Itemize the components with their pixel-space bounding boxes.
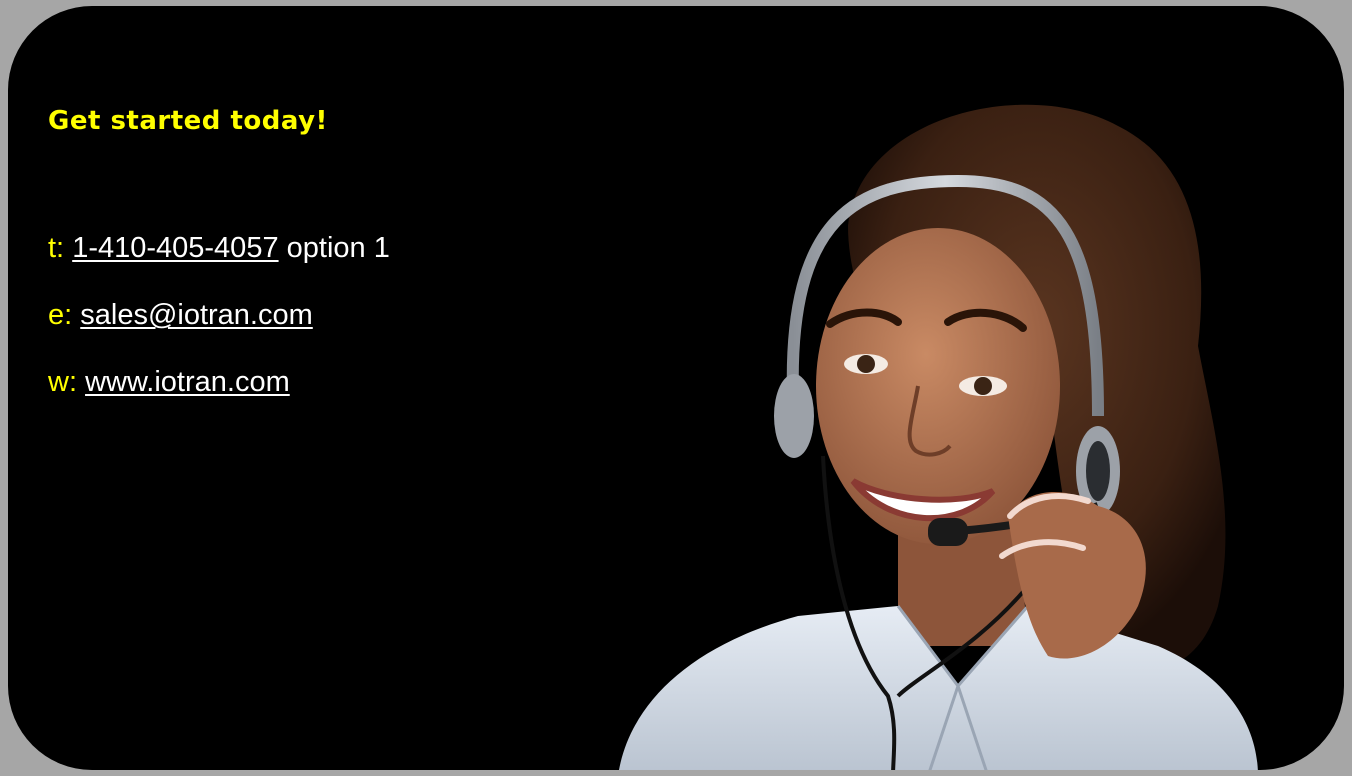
- web-line: w: www.iotran.com: [48, 366, 290, 399]
- contact-card: Get started today! t: 1-410-405-4057 opt…: [8, 6, 1344, 770]
- phone-line: t: 1-410-405-4057 option 1: [48, 232, 390, 265]
- web-prefix: w:: [48, 366, 77, 398]
- phone-prefix: t:: [48, 232, 65, 264]
- email-line: e: sales@iotran.com: [48, 299, 313, 332]
- web-link[interactable]: www.iotran.com: [85, 366, 290, 398]
- headline: Get started today!: [48, 106, 328, 136]
- email-link[interactable]: sales@iotran.com: [80, 299, 313, 331]
- phone-suffix: option 1: [286, 232, 390, 264]
- support-agent-photo: [619, 104, 1258, 770]
- phone-link[interactable]: 1-410-405-4057: [72, 232, 278, 264]
- email-prefix: e:: [48, 299, 73, 331]
